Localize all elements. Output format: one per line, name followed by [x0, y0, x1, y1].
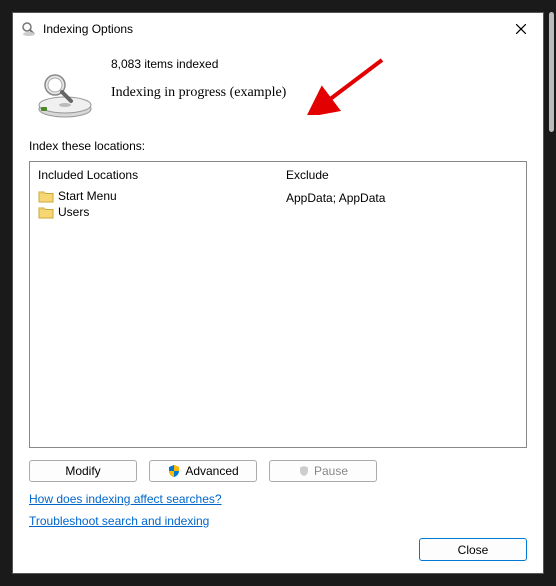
status-text: 8,083 items indexed Indexing in progress…: [111, 53, 286, 101]
exclude-column: Exclude AppData; AppData: [278, 162, 526, 447]
indexing-progress-label: Indexing in progress (example): [111, 85, 286, 101]
advanced-button[interactable]: Advanced: [149, 460, 257, 482]
annotation-arrow-icon: [307, 55, 387, 115]
index-locations-label: Index these locations:: [29, 139, 527, 153]
close-button[interactable]: Close: [419, 538, 527, 561]
outer-scrollbar[interactable]: [549, 12, 554, 132]
status-area: 8,083 items indexed Indexing in progress…: [29, 45, 527, 139]
indexing-affect-link[interactable]: How does indexing affect searches?: [29, 492, 222, 506]
exclude-header: Exclude: [286, 166, 518, 188]
modify-button[interactable]: Modify: [29, 460, 137, 482]
window-title: Indexing Options: [43, 22, 133, 36]
action-buttons: Modify Advanced Pause: [29, 460, 527, 482]
exclude-value: AppData; AppData: [286, 190, 518, 206]
location-name: Users: [58, 205, 89, 219]
location-name: Start Menu: [58, 189, 117, 203]
list-item[interactable]: Users: [38, 204, 270, 220]
items-indexed-count: 8,083 items indexed: [111, 57, 286, 71]
troubleshoot-link[interactable]: Troubleshoot search and indexing: [29, 514, 209, 528]
dialog-content: 8,083 items indexed Indexing in progress…: [13, 45, 543, 573]
dialog-footer: Close: [29, 538, 527, 561]
pause-icon: [298, 465, 310, 477]
folder-icon: [38, 205, 54, 219]
titlebar: Indexing Options: [13, 13, 543, 45]
pause-button: Pause: [269, 460, 377, 482]
drive-search-icon: [37, 71, 93, 119]
locations-panel: Included Locations Start Menu Users: [29, 161, 527, 448]
list-item[interactable]: Start Menu: [38, 188, 270, 204]
included-header: Included Locations: [38, 166, 270, 188]
included-locations-column: Included Locations Start Menu Users: [30, 162, 278, 447]
shield-icon: [167, 464, 181, 478]
folder-icon: [38, 189, 54, 203]
indexing-title-icon: [21, 21, 37, 37]
help-links: How does indexing affect searches? Troub…: [29, 492, 527, 528]
indexing-options-dialog: Indexing Options 8,08: [12, 12, 544, 574]
close-icon[interactable]: [507, 17, 535, 41]
